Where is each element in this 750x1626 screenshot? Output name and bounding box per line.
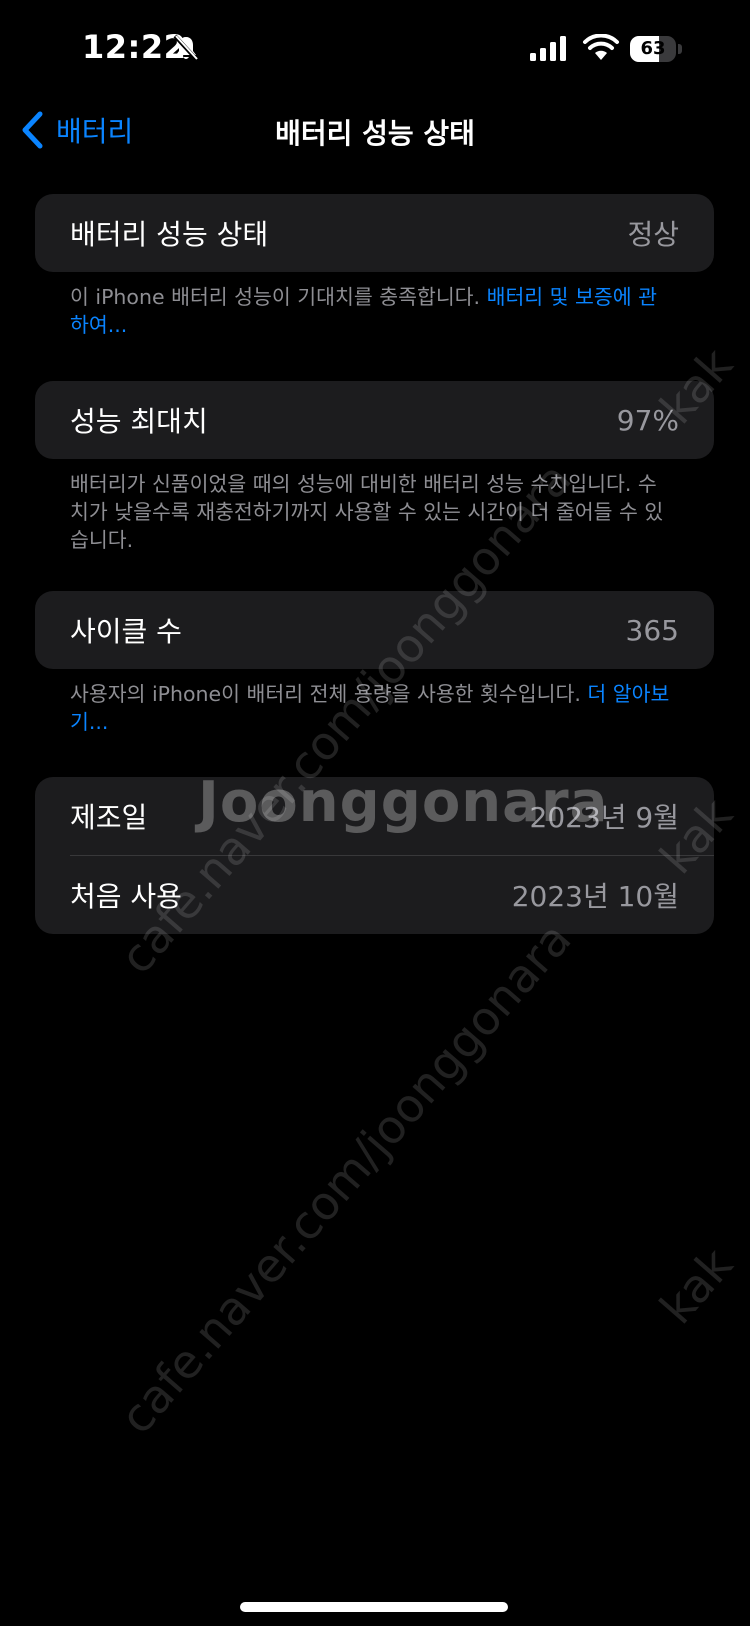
status-time: 12:22 <box>82 28 187 66</box>
watermark-url: cafe.naver.com/joonggonara <box>109 912 582 1444</box>
bell-slash-icon <box>173 34 199 62</box>
page-title: 배터리 성능 상태 <box>275 117 475 150</box>
navigation-bar: 배터리 배터리 성능 상태 <box>0 100 750 166</box>
manufacture-date-label: 제조일 <box>70 801 148 834</box>
cycle-count-note: 사용자의 iPhone이 배터리 전체 용량을 사용한 횟수입니다. 더 알아보… <box>70 680 670 736</box>
max-capacity-label: 성능 최대치 <box>70 405 208 438</box>
max-capacity-note: 배터리가 신품이었을 때의 성능에 대비한 배터리 성능 수치입니다. 수치가 … <box>70 472 664 552</box>
battery-health-note-text: 이 iPhone 배터리 성능이 기대치를 충족합니다. <box>70 285 487 309</box>
first-use-value: 2023년 10월 <box>511 880 679 913</box>
cycle-count-row: 사이클 수 365 <box>35 591 714 669</box>
battery-health-value: 정상 <box>627 218 679 251</box>
first-use-row: 처음 사용 2023년 10월 <box>35 856 714 934</box>
max-capacity-row: 성능 최대치 97% <box>35 381 714 459</box>
watermark-edge: kak <box>649 1237 743 1334</box>
battery-health-card: 배터리 성능 상태 정상 <box>35 194 714 272</box>
battery-health-row: 배터리 성능 상태 정상 <box>35 194 714 272</box>
manufacture-date-value: 2023년 9월 <box>529 801 680 834</box>
wifi-icon <box>583 34 619 60</box>
battery-health-label: 배터리 성능 상태 <box>70 218 269 251</box>
max-capacity-value: 97% <box>616 403 679 437</box>
battery-health-note: 이 iPhone 배터리 성능이 기대치를 충족합니다. 배터리 및 보증에 관… <box>70 283 670 339</box>
dates-card: 제조일 2023년 9월 처음 사용 2023년 10월 <box>35 777 714 934</box>
cycle-count-label: 사이클 수 <box>70 615 182 648</box>
cycle-count-card: 사이클 수 365 <box>35 591 714 669</box>
manufacture-date-row: 제조일 2023년 9월 <box>35 777 714 855</box>
first-use-label: 처음 사용 <box>70 880 182 913</box>
cellular-signal-icon <box>530 36 566 61</box>
cycle-count-note-text: 사용자의 iPhone이 배터리 전체 용량을 사용한 횟수입니다. <box>70 682 588 706</box>
max-capacity-card: 성능 최대치 97% <box>35 381 714 459</box>
home-indicator[interactable] <box>240 1602 508 1612</box>
battery-icon: 63 <box>630 36 684 64</box>
cycle-count-value: 365 <box>625 613 679 647</box>
status-bar: 12:22 63 <box>0 0 750 100</box>
battery-level: 63 <box>640 38 666 59</box>
